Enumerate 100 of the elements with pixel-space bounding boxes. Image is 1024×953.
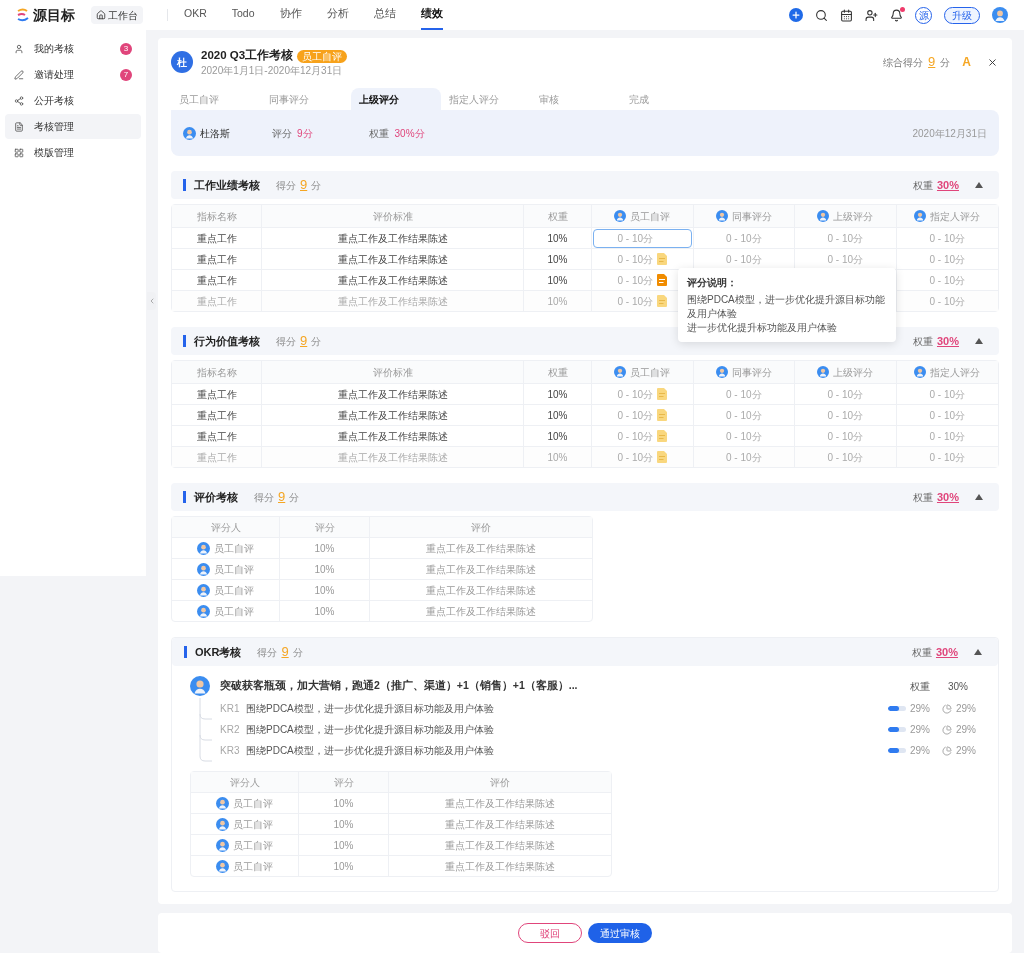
table-cell-text: 重点工作及工作结果陈述 — [337, 252, 448, 267]
score-placeholder[interactable]: 0 - 10分 — [929, 272, 966, 288]
score-placeholder[interactable]: 0 - 10分 — [827, 449, 864, 465]
score-label: 得分 — [276, 178, 296, 193]
table-cell-text: 重点工作 — [196, 408, 237, 423]
document-icon — [14, 121, 24, 132]
table-cell-text: 重点工作及工作结果陈述 — [337, 387, 448, 402]
progress-text: 29% — [910, 702, 931, 716]
stage-tab[interactable]: 同事评分 — [261, 88, 351, 110]
add-user-icon[interactable] — [865, 8, 878, 22]
weight-value: 30% — [936, 177, 959, 193]
approve-button[interactable]: 通过审核 — [588, 923, 652, 943]
table-cell-text: 员工自评 — [233, 796, 273, 811]
score-placeholder[interactable]: 0 - 10分 — [617, 272, 654, 288]
sidebar-item[interactable]: 我的考核 3 — [5, 36, 141, 61]
total-score: 9 — [928, 53, 936, 72]
table-cell-text: 重点工作及工作结果陈述 — [337, 231, 448, 246]
nav-tab[interactable]: 分析 — [326, 0, 349, 30]
score-placeholder[interactable]: 0 - 10分 — [929, 251, 966, 267]
score-placeholder[interactable]: 0 - 10分 — [827, 428, 864, 444]
score-value: 9 — [300, 332, 308, 351]
column-header: 评分 — [314, 520, 335, 535]
table-cell-text: 重点工作 — [196, 231, 237, 246]
time-progress-text: 29% — [956, 723, 977, 737]
workbench-button[interactable]: 工作台 — [91, 6, 143, 24]
score-label: 得分 — [254, 490, 274, 505]
stage-tab[interactable]: 员工自评 — [171, 88, 261, 110]
score-placeholder[interactable]: 0 - 10分 — [725, 230, 762, 246]
score-placeholder[interactable]: 0 - 10分 — [617, 407, 654, 423]
avatar-icon — [216, 817, 229, 831]
stage-tab[interactable]: 指定人评分 — [441, 88, 531, 110]
nav-tab[interactable]: 总结 — [373, 0, 396, 30]
score-placeholder[interactable]: 0 - 10分 — [929, 428, 966, 444]
upgrade-button[interactable]: 升级 — [944, 6, 980, 24]
reject-button[interactable]: 驳回 — [518, 923, 582, 943]
search-icon[interactable] — [815, 8, 828, 22]
column-header: 评价标准 — [372, 365, 413, 380]
count-badge: 3 — [120, 42, 132, 55]
column-header: 同事评分 — [731, 365, 772, 380]
nav-tab[interactable]: OKR — [184, 0, 207, 30]
add-button[interactable] — [789, 8, 803, 22]
sidebar-item[interactable]: 考核管理 — [5, 114, 141, 139]
time-progress-text: 29% — [956, 702, 977, 716]
stage-tab[interactable]: 上级评分 — [351, 88, 441, 110]
table-cell-text: 10% — [314, 604, 335, 619]
table-cell-text: 10% — [547, 408, 568, 423]
score-placeholder[interactable]: 0 - 10分 — [725, 407, 762, 423]
column-header: 权重 — [547, 209, 568, 224]
logo-text: 源目标 — [33, 5, 75, 25]
score-placeholder[interactable]: 0 - 10分 — [827, 251, 864, 267]
table-cell-text: 重点工作及工作结果陈述 — [337, 294, 448, 309]
score-placeholder[interactable]: 0 - 10分 — [725, 386, 762, 402]
caret-icon[interactable] — [974, 649, 982, 655]
table-cell-text: 重点工作及工作结果陈述 — [445, 838, 555, 853]
score-field[interactable]: 0 - 10分 — [593, 228, 692, 248]
score-placeholder[interactable]: 0 - 10分 — [929, 386, 966, 402]
section-title: 行为价值考核 — [194, 333, 260, 349]
total-score-unit: 分 — [940, 55, 951, 70]
sidebar-item[interactable]: 模版管理 — [5, 140, 141, 165]
close-icon[interactable] — [987, 56, 998, 68]
score-placeholder[interactable]: 0 - 10分 — [725, 428, 762, 444]
nav-tab[interactable]: Todo — [231, 0, 255, 30]
caret-icon[interactable] — [975, 338, 983, 344]
score-placeholder[interactable]: 0 - 10分 — [929, 449, 966, 465]
score-placeholder[interactable]: 0 - 10分 — [617, 293, 654, 309]
caret-icon[interactable] — [975, 494, 983, 500]
score-placeholder[interactable]: 0 - 10分 — [929, 407, 966, 423]
column-header: 评价 — [471, 520, 491, 535]
score-placeholder[interactable]: 0 - 10分 — [827, 386, 864, 402]
stage-tab[interactable]: 审核 — [531, 88, 621, 110]
stage-tab[interactable]: 完成 — [621, 88, 711, 110]
table-cell-text: 10% — [547, 387, 568, 402]
score-placeholder[interactable]: 0 - 10分 — [617, 386, 654, 402]
avatar-icon — [216, 838, 229, 852]
caret-icon[interactable] — [975, 182, 983, 188]
sidebar-item[interactable]: 邀请处理 7 — [5, 62, 141, 87]
calendar-icon[interactable] — [840, 8, 853, 22]
table-cell-text: 重点工作 — [196, 450, 237, 465]
score-placeholder[interactable]: 0 - 10分 — [929, 293, 966, 309]
score-placeholder[interactable]: 0 - 10分 — [725, 449, 762, 465]
score-placeholder[interactable]: 0 - 10分 — [827, 230, 864, 246]
nav-tab[interactable]: 协作 — [279, 0, 302, 30]
sidebar-item[interactable]: 公开考核 — [5, 88, 141, 113]
column-header: 上级评分 — [833, 209, 874, 224]
score-placeholder[interactable]: 0 - 10分 — [617, 251, 654, 267]
table-cell-text: 重点工作及工作结果陈述 — [337, 429, 448, 444]
avatar-icon — [197, 541, 210, 555]
score-unit: 分 — [311, 178, 322, 193]
score-placeholder[interactable]: 0 - 10分 — [617, 428, 654, 444]
score-placeholder[interactable]: 0 - 10分 — [617, 449, 654, 465]
column-header: 评分 — [333, 775, 354, 790]
score-value: 9分 — [297, 126, 313, 141]
notification-bell[interactable] — [890, 8, 903, 22]
score-placeholder[interactable]: 0 - 10分 — [725, 251, 762, 267]
section-title: 工作业绩考核 — [194, 177, 260, 193]
score-placeholder[interactable]: 0 - 10分 — [827, 407, 864, 423]
score-placeholder[interactable]: 0 - 10分 — [929, 230, 966, 246]
nav-tab[interactable]: 绩效 — [420, 0, 443, 30]
table-cell-text: 重点工作及工作结果陈述 — [426, 562, 536, 577]
table-cell-text: 员工自评 — [233, 838, 273, 853]
